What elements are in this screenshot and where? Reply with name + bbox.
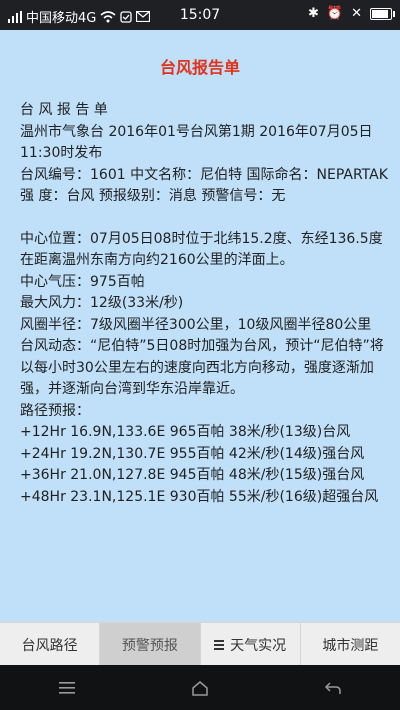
- report-center-position: 中心位置：07月05日08时位于北纬15.2度、东经136.5度: [20, 230, 383, 247]
- tab-warning-forecast[interactable]: 预警预报: [100, 623, 201, 666]
- bluetooth-icon: ✱: [308, 6, 319, 21]
- tab-weather-live[interactable]: 天气实况: [201, 623, 301, 666]
- report-content[interactable]: 台风报告单 台 风 报 告 单 温州市气象台 2016年01号台风第1期 201…: [0, 30, 400, 622]
- menu-icon: [214, 638, 225, 652]
- bottom-tab-bar: 台风路径 预警预报 天气实况 城市测距: [0, 622, 400, 666]
- system-nav-bar: [0, 665, 400, 710]
- forecast-item: +24Hr 19.2N,130.7E 955百帕 42米/秒(14级)强台风: [20, 445, 365, 462]
- report-wind-radius: 风圈半径：7级风圈半径300公里，10级风圈半径80公里: [20, 316, 372, 333]
- tab-typhoon-path[interactable]: 台风路径: [0, 623, 101, 666]
- back-button[interactable]: [313, 673, 353, 703]
- status-bar: 中国移动4G 15:07 ✱ ⏰ ✕: [0, 0, 400, 30]
- forecast-item: +48Hr 23.1N,125.1E 930百帕 55米/秒(16级)超强台风: [20, 488, 379, 505]
- status-right: ✱ ⏰ ✕: [308, 6, 395, 21]
- report-dynamics: 台风动态：“尼伯特”5日08时加强为台风，预计“尼伯特”将以每小时30公里左右的…: [20, 338, 384, 397]
- report-heading: 台 风 报 告 单: [20, 102, 108, 118]
- home-button[interactable]: [180, 673, 220, 703]
- menu-lines-icon: [58, 681, 75, 694]
- tab-city-distance[interactable]: 城市测距: [301, 623, 400, 666]
- forecast-item: +36Hr 21.0N,127.8E 945百帕 48米/秒(15级)强台风: [20, 467, 365, 483]
- home-icon: [192, 680, 208, 696]
- forecast-item: +12Hr 16.9N,133.6E 965百帕 38米/秒(13级)台风: [20, 424, 351, 440]
- back-icon: [325, 681, 342, 694]
- tab-label: 预警预报: [121, 637, 178, 654]
- report-pressure: 中心气压：975百帕: [20, 273, 145, 290]
- report-strength-line: 强 度：台风 预报级别：消息 预警信号：无: [20, 188, 286, 204]
- typhoon-report: 台 风 报 告 单 温州市气象台 2016年01号台风第1期 2016年07月0…: [20, 100, 388, 508]
- tab-label: 天气实况: [230, 637, 287, 654]
- menu-button[interactable]: [47, 673, 87, 703]
- alarm-icon: ⏰: [326, 6, 344, 21]
- tab-label: 城市测距: [322, 637, 379, 654]
- report-number-line: 台风编号：1601 中文名称：尼伯特 国际命名：NEPARTAK: [20, 166, 388, 183]
- report-forecast-title: 路径预报：: [20, 402, 90, 419]
- report-issuer: 温州市气象台 2016年01号台风第1期 2016年07月05日11:30时发布: [20, 123, 373, 162]
- battery-fill: [372, 9, 388, 18]
- tab-label: 台风路径: [21, 637, 78, 654]
- report-distance: 在距离温州东南方向约2160公里的洋面上。: [20, 252, 294, 268]
- battery-icon: [370, 7, 395, 20]
- page-title: 台风报告单: [159, 58, 240, 77]
- report-max-wind: 最大风力：12级(33米/秒): [20, 295, 184, 311]
- mute-icon: ✕: [351, 6, 362, 21]
